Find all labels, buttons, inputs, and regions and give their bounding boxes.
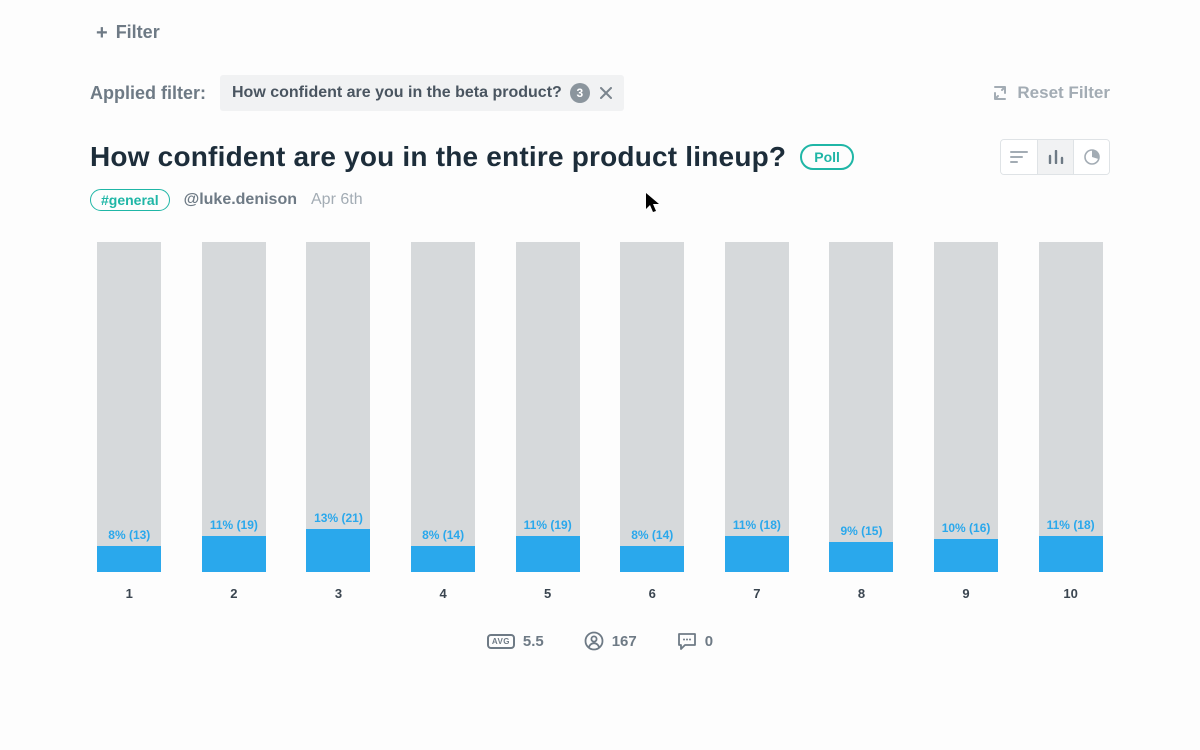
applied-filter-row: Applied filter: How confident are you in… bbox=[90, 75, 1110, 111]
bar-slot: 11% (19) 5 bbox=[514, 242, 581, 601]
add-filter-button[interactable]: + Filter bbox=[90, 18, 166, 47]
reset-icon bbox=[991, 85, 1009, 101]
bar-fill: 11% (19) bbox=[516, 536, 580, 572]
bar-value-label: 11% (18) bbox=[733, 518, 781, 532]
bar[interactable]: 8% (14) bbox=[411, 242, 475, 572]
bar-category-label: 7 bbox=[753, 586, 760, 601]
pie-chart-icon bbox=[1084, 149, 1100, 165]
bar-category-label: 3 bbox=[335, 586, 342, 601]
filter-chip-count-badge: 3 bbox=[570, 83, 590, 103]
view-toggle bbox=[1000, 139, 1110, 175]
filter-chip[interactable]: How confident are you in the beta produc… bbox=[220, 75, 624, 111]
plus-icon: + bbox=[96, 23, 108, 43]
bar-fill: 9% (15) bbox=[829, 542, 893, 572]
bar-chart-icon bbox=[1048, 150, 1064, 164]
respondent-stat: 167 bbox=[584, 631, 637, 651]
filter-chip-remove-button[interactable] bbox=[600, 87, 612, 99]
reset-filter-label: Reset Filter bbox=[1017, 83, 1110, 103]
bar-fill: 8% (13) bbox=[97, 546, 161, 572]
bar-value-label: 11% (18) bbox=[1047, 518, 1095, 532]
channel-badge[interactable]: #general bbox=[90, 189, 170, 211]
bar-category-label: 8 bbox=[858, 586, 865, 601]
bar-value-label: 11% (19) bbox=[524, 518, 572, 532]
bar-value-label: 9% (15) bbox=[840, 524, 882, 538]
sort-icon bbox=[1010, 150, 1028, 164]
author-handle[interactable]: @luke.denison bbox=[184, 191, 297, 209]
close-icon bbox=[600, 87, 612, 99]
bar-category-label: 2 bbox=[230, 586, 237, 601]
bar-fill: 10% (16) bbox=[934, 539, 998, 572]
bar-category-label: 10 bbox=[1063, 586, 1077, 601]
question-title: How confident are you in the entire prod… bbox=[90, 141, 786, 173]
view-pie-button[interactable] bbox=[1073, 140, 1109, 174]
bar-fill: 11% (19) bbox=[202, 536, 266, 572]
view-sort-button[interactable] bbox=[1001, 140, 1037, 174]
bar-slot: 8% (13) 1 bbox=[96, 242, 163, 601]
bar-chart: 8% (13) 1 11% (19) 2 13% (21) 3 8% (14) 4 11% (1… bbox=[90, 271, 1110, 601]
comments-stat: 0 bbox=[677, 632, 713, 650]
applied-filter-label: Applied filter: bbox=[90, 83, 206, 104]
bar[interactable]: 11% (18) bbox=[1039, 242, 1103, 572]
average-stat: AVG 5.5 bbox=[487, 633, 544, 650]
comments-count: 0 bbox=[705, 633, 713, 650]
bar-slot: 9% (15) 8 bbox=[828, 242, 895, 601]
bar-slot: 11% (19) 2 bbox=[201, 242, 268, 601]
reset-filter-button[interactable]: Reset Filter bbox=[991, 83, 1110, 103]
bar-fill: 13% (21) bbox=[306, 529, 370, 572]
person-icon bbox=[584, 631, 604, 651]
bar-fill: 8% (14) bbox=[620, 546, 684, 572]
bar-slot: 11% (18) 7 bbox=[724, 242, 791, 601]
respondent-count: 167 bbox=[612, 633, 637, 650]
bar-fill: 11% (18) bbox=[1039, 536, 1103, 572]
bar-fill: 11% (18) bbox=[725, 536, 789, 572]
bar-value-label: 13% (21) bbox=[314, 511, 363, 525]
bar-value-label: 8% (13) bbox=[108, 528, 150, 542]
bar-slot: 10% (16) 9 bbox=[933, 242, 1000, 601]
bar-slot: 11% (18) 10 bbox=[1037, 242, 1104, 601]
bar-slot: 13% (21) 3 bbox=[305, 242, 372, 601]
bar-category-label: 1 bbox=[126, 586, 133, 601]
add-filter-label: Filter bbox=[116, 22, 160, 43]
bar-value-label: 10% (16) bbox=[942, 521, 991, 535]
bar-value-label: 8% (14) bbox=[422, 528, 464, 542]
summary-footer: AVG 5.5 167 0 bbox=[90, 631, 1110, 651]
comment-icon bbox=[677, 632, 697, 650]
avg-icon: AVG bbox=[487, 634, 515, 649]
bar-category-label: 5 bbox=[544, 586, 551, 601]
bar-category-label: 4 bbox=[439, 586, 446, 601]
poll-type-badge: Poll bbox=[800, 144, 854, 170]
bar[interactable]: 11% (19) bbox=[516, 242, 580, 572]
bar[interactable]: 8% (14) bbox=[620, 242, 684, 572]
bar[interactable]: 11% (19) bbox=[202, 242, 266, 572]
filter-chip-text: How confident are you in the beta produc… bbox=[232, 84, 562, 102]
average-value: 5.5 bbox=[523, 633, 544, 650]
bar[interactable]: 8% (13) bbox=[97, 242, 161, 572]
bar-category-label: 9 bbox=[962, 586, 969, 601]
bar-value-label: 8% (14) bbox=[631, 528, 673, 542]
bar-slot: 8% (14) 4 bbox=[410, 242, 477, 601]
bar[interactable]: 9% (15) bbox=[829, 242, 893, 572]
bar[interactable]: 11% (18) bbox=[725, 242, 789, 572]
bar-fill: 8% (14) bbox=[411, 546, 475, 572]
bar-category-label: 6 bbox=[649, 586, 656, 601]
post-date: Apr 6th bbox=[311, 191, 363, 209]
view-bar-button[interactable] bbox=[1037, 140, 1073, 174]
bar[interactable]: 10% (16) bbox=[934, 242, 998, 572]
bar[interactable]: 13% (21) bbox=[306, 242, 370, 572]
bar-slot: 8% (14) 6 bbox=[619, 242, 686, 601]
bar-value-label: 11% (19) bbox=[210, 518, 258, 532]
